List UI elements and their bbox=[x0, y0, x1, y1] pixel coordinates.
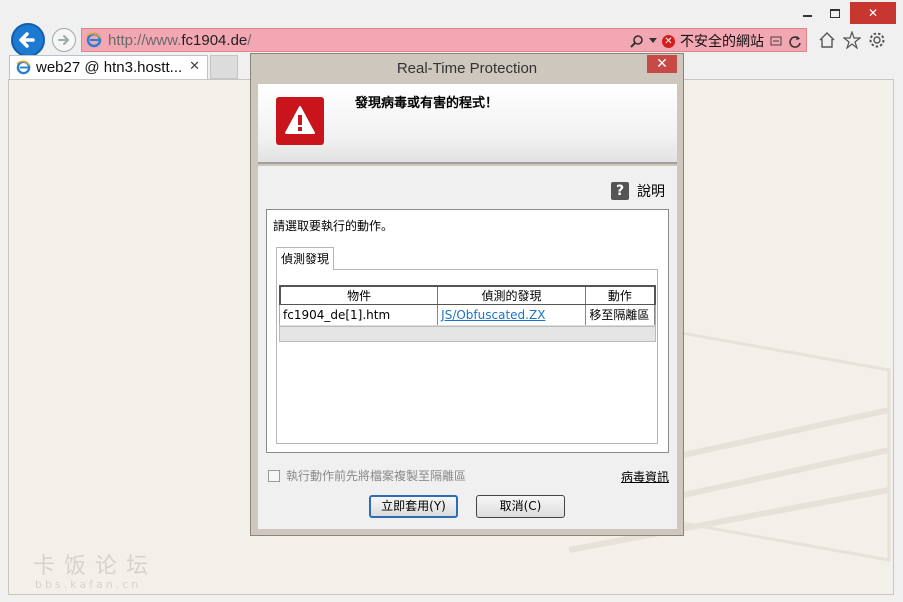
compatibility-view-icon[interactable] bbox=[769, 34, 783, 48]
address-bar[interactable]: http://www.fc1904.de/ ✕ 不安全的網站 bbox=[81, 28, 807, 52]
window-close-button[interactable]: ✕ bbox=[850, 2, 896, 24]
detections-pane: 物件 偵測的發現 動作 fc1904_de[1].htm JS/Obfuscat… bbox=[276, 269, 658, 444]
column-header-detection[interactable]: 偵測的發現 bbox=[438, 287, 586, 304]
close-icon: ✕ bbox=[867, 6, 879, 20]
back-button[interactable] bbox=[11, 23, 45, 57]
action-group: 請選取要執行的動作。 偵測發現 物件 偵測的發現 動作 fc1904_de[1]… bbox=[266, 209, 669, 453]
minimize-button[interactable] bbox=[794, 2, 820, 24]
dialog-title: Real-Time Protection bbox=[396, 60, 538, 77]
help-icon: ? bbox=[611, 182, 629, 200]
forward-button[interactable] bbox=[52, 28, 76, 52]
help-link[interactable]: ? 說明 bbox=[611, 181, 665, 201]
watermark-subtitle: bbs.kafan.cn bbox=[35, 578, 142, 591]
cell-action[interactable]: 移至隔離區 bbox=[586, 305, 655, 325]
virus-info-link[interactable]: 病毒資訊 bbox=[621, 468, 669, 485]
column-header-object[interactable]: 物件 bbox=[281, 287, 439, 304]
tab-detections[interactable]: 偵測發現 bbox=[276, 247, 334, 270]
ie-logo-icon bbox=[86, 32, 102, 48]
search-icon[interactable] bbox=[630, 34, 644, 48]
home-icon[interactable] bbox=[818, 31, 836, 49]
action-prompt: 請選取要執行的動作。 bbox=[273, 219, 394, 233]
maximize-icon bbox=[830, 8, 840, 18]
detections-table: 物件 偵測的發現 動作 fc1904_de[1].htm JS/Obfuscat… bbox=[279, 285, 656, 342]
realtime-protection-dialog: Real-Time Protection ✕ 發現病毒或有害的程式！ ? 說明 … bbox=[250, 53, 684, 536]
table-header: 物件 偵測的發現 動作 bbox=[279, 285, 656, 305]
column-header-action[interactable]: 動作 bbox=[586, 287, 654, 304]
apply-now-button[interactable]: 立即套用(Y) bbox=[369, 495, 458, 518]
checkbox-box[interactable] bbox=[268, 469, 280, 482]
watermark-title: 卡饭论坛 bbox=[33, 554, 158, 579]
settings-gear-icon[interactable] bbox=[868, 31, 886, 49]
new-tab-button[interactable] bbox=[210, 55, 238, 79]
table-row[interactable]: fc1904_de[1].htm JS/Obfuscated.ZX 移至隔離區 bbox=[279, 305, 656, 326]
url-text[interactable]: http://www.fc1904.de/ bbox=[108, 32, 251, 49]
tab-close-icon[interactable]: ✕ bbox=[189, 59, 200, 74]
security-warning-text[interactable]: 不安全的網站 bbox=[680, 31, 764, 51]
table-empty-row bbox=[279, 326, 656, 342]
checkbox-label: 執行動作前先將檔案複製至隔離區 bbox=[286, 469, 467, 483]
cell-detection-link[interactable]: JS/Obfuscated.ZX bbox=[438, 305, 587, 325]
dialog-body: ? 說明 請選取要執行的動作。 偵測發現 物件 偵測的發現 動作 fc1904_… bbox=[258, 166, 677, 529]
copy-to-quarantine-checkbox[interactable]: 執行動作前先將檔案複製至隔離區 bbox=[268, 467, 466, 484]
refresh-icon[interactable] bbox=[788, 34, 802, 48]
security-warning-icon: ✕ bbox=[662, 34, 675, 48]
dialog-close-button[interactable]: ✕ bbox=[647, 55, 677, 73]
help-label: 說明 bbox=[637, 184, 665, 200]
alert-message: 發現病毒或有害的程式！ bbox=[355, 96, 499, 111]
dropdown-arrow-icon[interactable] bbox=[649, 38, 657, 44]
warning-icon bbox=[276, 97, 324, 145]
forward-arrow-icon bbox=[58, 35, 69, 45]
dialog-header: 發現病毒或有害的程式！ bbox=[258, 84, 677, 164]
tab-title: web27 @ htn3.hostt... bbox=[36, 59, 183, 76]
cancel-button[interactable]: 取消(C) bbox=[476, 495, 565, 518]
favorites-star-icon[interactable] bbox=[843, 31, 861, 49]
maximize-button[interactable] bbox=[822, 2, 848, 24]
minimize-icon bbox=[802, 15, 812, 17]
browser-tab[interactable]: web27 @ htn3.hostt... ✕ bbox=[9, 55, 208, 79]
cell-object: fc1904_de[1].htm bbox=[280, 305, 439, 325]
back-arrow-icon bbox=[19, 32, 35, 48]
ie-favicon-icon bbox=[16, 60, 31, 75]
